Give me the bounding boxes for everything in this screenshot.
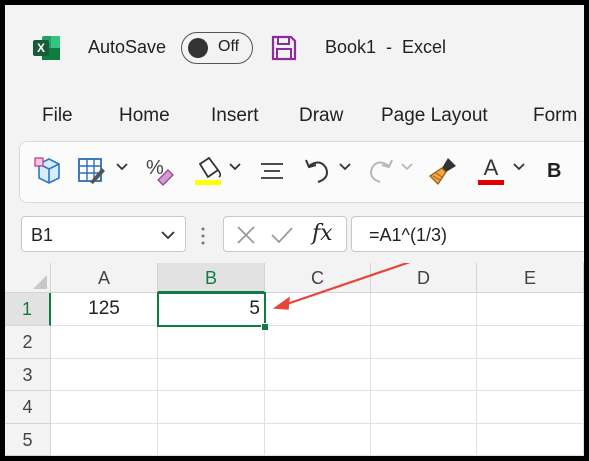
fill-color-icon[interactable]: [192, 154, 224, 188]
chevron-down-icon[interactable]: [512, 160, 526, 174]
excel-window: X AutoSave Off Book1 - Excel File Home I…: [5, 5, 584, 456]
formula-controls: fx: [223, 216, 347, 252]
resize-dots-icon[interactable]: [201, 226, 205, 246]
tab-formulas[interactable]: Form: [533, 105, 577, 127]
percent-style-icon[interactable]: %: [144, 154, 176, 188]
chevron-down-icon[interactable]: [115, 160, 129, 174]
tab-page-layout[interactable]: Page Layout: [381, 105, 488, 127]
svg-text:%: %: [146, 157, 164, 179]
redo-icon[interactable]: [366, 154, 396, 188]
tab-insert[interactable]: Insert: [211, 105, 259, 127]
enter-check-icon[interactable]: [270, 225, 294, 245]
bold-button[interactable]: B: [547, 160, 561, 194]
cube-icon[interactable]: [34, 154, 64, 188]
autosave-state: Off: [218, 38, 240, 55]
table-format-icon[interactable]: [76, 154, 106, 188]
toggle-knob: [188, 38, 208, 58]
chevron-down-icon[interactable]: [161, 228, 175, 242]
ribbon-toolbar: % A B: [19, 141, 584, 203]
chevron-down-icon[interactable]: [228, 160, 242, 174]
formula-input[interactable]: =A1^(1/3): [351, 216, 584, 252]
chevron-down-icon: [401, 163, 413, 171]
svg-text:X: X: [37, 41, 45, 55]
excel-logo-icon[interactable]: X: [33, 35, 61, 61]
document-title: Book1 - Excel: [325, 37, 447, 57]
format-painter-icon[interactable]: [428, 154, 460, 188]
formula-bar: B1 fx =A1^(1/3): [5, 210, 584, 260]
svg-text:A: A: [484, 155, 499, 180]
font-color-icon[interactable]: A: [476, 154, 506, 188]
undo-icon[interactable]: [302, 154, 332, 188]
autosave-toggle[interactable]: Off: [181, 32, 253, 64]
tab-home[interactable]: Home: [119, 105, 170, 127]
spreadsheet-grid: A B C D E 1 2 3 4 5 125 5: [5, 263, 584, 456]
name-box[interactable]: B1: [21, 216, 186, 252]
ribbon-tabs: File Home Insert Draw Page Layout Form: [5, 97, 584, 133]
annotation-arrow: [272, 263, 411, 310]
name-box-value: B1: [31, 225, 54, 245]
insert-function-button[interactable]: fx: [312, 221, 333, 246]
formula-value: =A1^(1/3): [369, 225, 447, 245]
align-icon[interactable]: [258, 154, 286, 188]
autosave-label: AutoSave: [88, 37, 167, 57]
tab-draw[interactable]: Draw: [299, 105, 343, 127]
title-bar: X AutoSave Off Book1 - Excel: [5, 5, 584, 85]
chevron-down-icon[interactable]: [338, 160, 352, 174]
save-icon[interactable]: [271, 35, 297, 61]
tab-file[interactable]: File: [42, 105, 73, 127]
cancel-icon[interactable]: [236, 225, 256, 245]
